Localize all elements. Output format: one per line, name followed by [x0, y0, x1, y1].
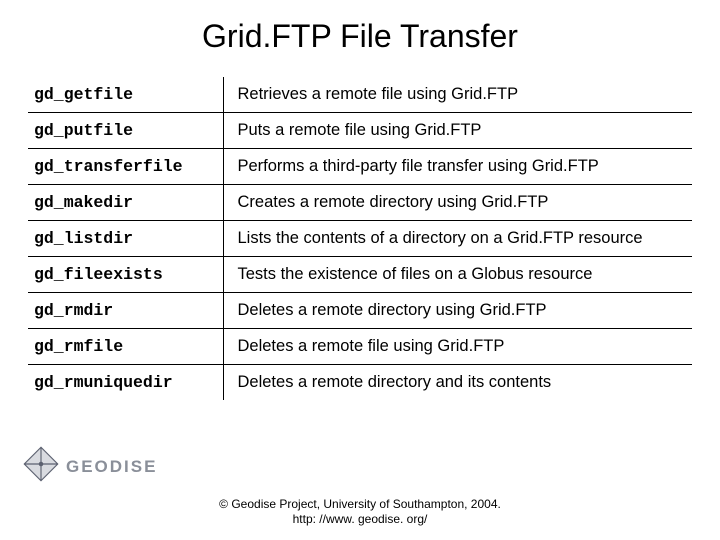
- table-row: gd_getfile Retrieves a remote file using…: [28, 77, 692, 113]
- table-row: gd_rmfile Deletes a remote file using Gr…: [28, 329, 692, 365]
- table-row: gd_rmuniquedir Deletes a remote director…: [28, 365, 692, 401]
- credit-url: http: //www. geodise. org/: [0, 512, 720, 528]
- table-row: gd_transferfile Performs a third-party f…: [28, 149, 692, 185]
- cmd-name: gd_listdir: [28, 221, 223, 257]
- cmd-desc: Deletes a remote directory using Grid.FT…: [223, 293, 692, 329]
- table-row: gd_makedir Creates a remote directory us…: [28, 185, 692, 221]
- logo: GEODISE: [22, 445, 157, 488]
- cmd-name: gd_rmfile: [28, 329, 223, 365]
- cmd-desc: Deletes a remote directory and its conte…: [223, 365, 692, 401]
- slide-title: Grid.FTP File Transfer: [28, 18, 692, 55]
- table-row: gd_fileexists Tests the existence of fil…: [28, 257, 692, 293]
- cmd-desc: Creates a remote directory using Grid.FT…: [223, 185, 692, 221]
- cmd-desc: Retrieves a remote file using Grid.FTP: [223, 77, 692, 113]
- cmd-name: gd_rmuniquedir: [28, 365, 223, 401]
- logo-text: GEODISE: [66, 457, 157, 477]
- table-row: gd_listdir Lists the contents of a direc…: [28, 221, 692, 257]
- cmd-name: gd_getfile: [28, 77, 223, 113]
- table-row: gd_rmdir Deletes a remote directory usin…: [28, 293, 692, 329]
- cmd-desc: Puts a remote file using Grid.FTP: [223, 113, 692, 149]
- cmd-name: gd_fileexists: [28, 257, 223, 293]
- cmd-desc: Deletes a remote file using Grid.FTP: [223, 329, 692, 365]
- logo-diamond-icon: [22, 445, 60, 488]
- slide: Grid.FTP File Transfer gd_getfile Retrie…: [0, 0, 720, 540]
- cmd-name: gd_putfile: [28, 113, 223, 149]
- cmd-desc: Lists the contents of a directory on a G…: [223, 221, 692, 257]
- cmd-desc: Performs a third-party file transfer usi…: [223, 149, 692, 185]
- footer: GEODISE © Geodise Project, University of…: [0, 441, 720, 528]
- credit: © Geodise Project, University of Southam…: [0, 497, 720, 528]
- credit-line: © Geodise Project, University of Southam…: [0, 497, 720, 513]
- command-table: gd_getfile Retrieves a remote file using…: [28, 77, 692, 400]
- cmd-name: gd_rmdir: [28, 293, 223, 329]
- cmd-name: gd_makedir: [28, 185, 223, 221]
- cmd-desc: Tests the existence of files on a Globus…: [223, 257, 692, 293]
- table-row: gd_putfile Puts a remote file using Grid…: [28, 113, 692, 149]
- cmd-name: gd_transferfile: [28, 149, 223, 185]
